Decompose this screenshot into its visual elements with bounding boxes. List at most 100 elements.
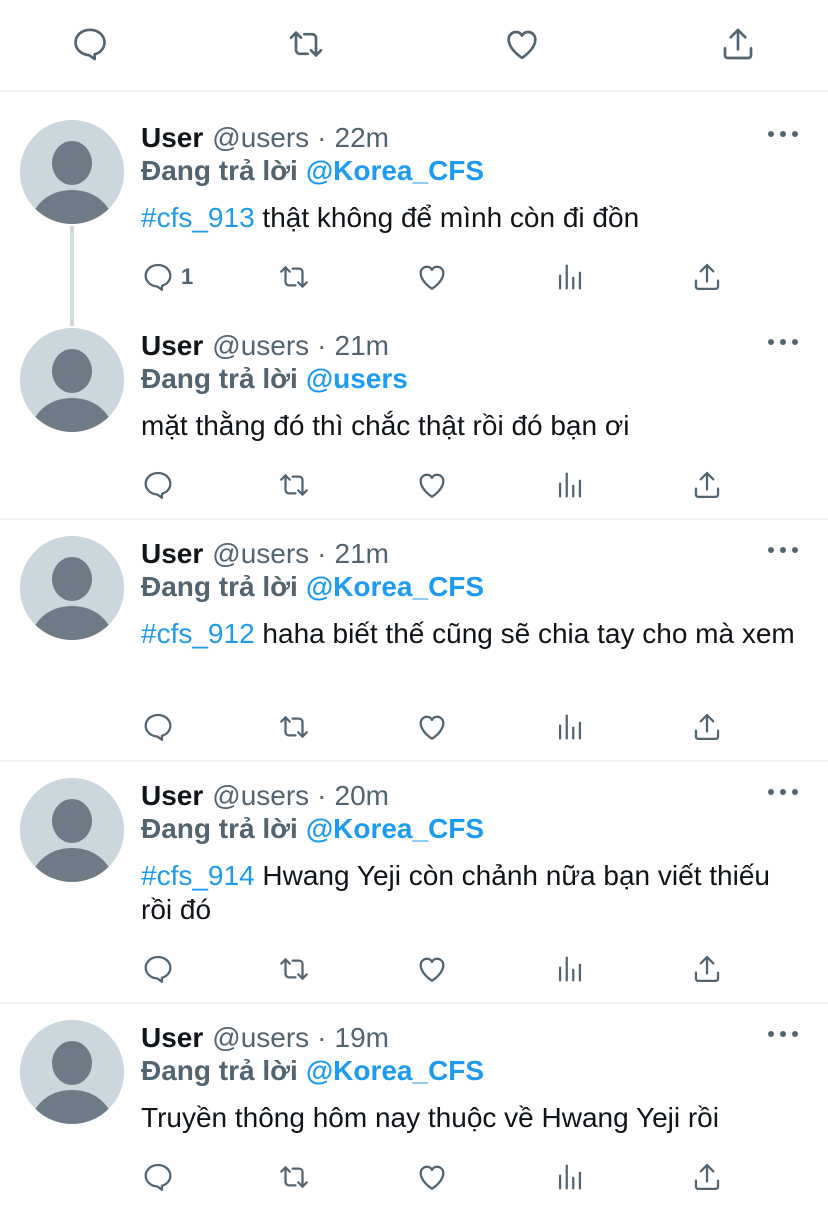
reply-button[interactable]: 1 — [141, 257, 193, 297]
tweet-header: User @users · 21m — [141, 330, 389, 366]
parent-share-button[interactable] — [716, 22, 760, 66]
avatar[interactable] — [20, 120, 124, 224]
share-button[interactable] — [690, 1157, 724, 1197]
avatar[interactable] — [20, 1020, 124, 1124]
reply-button[interactable] — [141, 1157, 175, 1197]
default-avatar-icon — [20, 778, 124, 882]
retweet-icon — [286, 24, 326, 64]
analytics-icon — [553, 710, 587, 744]
avatar[interactable] — [20, 778, 124, 882]
like-button[interactable] — [415, 465, 449, 505]
separator-dot: · — [317, 330, 327, 361]
retweet-button[interactable] — [277, 1157, 311, 1197]
display-name[interactable]: User — [141, 1022, 203, 1054]
tweet-header: User @users · 21m — [141, 538, 389, 574]
hashtag-link[interactable]: #cfs_913 — [141, 202, 255, 233]
timestamp[interactable]: 22m — [335, 122, 389, 154]
more-options-button[interactable] — [768, 1028, 798, 1040]
share-button[interactable] — [690, 949, 724, 989]
tweet-text: Truyền thông hôm nay thuộc về Hwang Yeji… — [141, 1102, 719, 1133]
more-options-button[interactable] — [768, 336, 798, 348]
replying-to: Đang trả lời @Korea_CFS — [141, 155, 485, 186]
reply-button[interactable] — [141, 707, 175, 747]
mention-link[interactable]: @Korea_CFS — [306, 155, 484, 186]
analytics-icon — [553, 952, 587, 986]
share-button[interactable] — [690, 465, 724, 505]
tweet-5[interactable]: User @users · 19m Đang trả lời @Korea_CFS… — [0, 1020, 828, 1209]
display-name[interactable]: User — [141, 122, 203, 154]
share-button[interactable] — [690, 257, 724, 297]
analytics-button[interactable] — [553, 949, 587, 989]
retweet-button[interactable] — [277, 257, 311, 297]
retweet-button[interactable] — [277, 949, 311, 989]
share-icon — [690, 260, 724, 294]
display-name[interactable]: User — [141, 780, 203, 812]
like-button[interactable] — [415, 257, 449, 297]
parent-reply-button[interactable] — [68, 22, 112, 66]
avatar[interactable] — [20, 536, 124, 640]
tweet-2[interactable]: User @users · 21m Đang trả lời @users mặt… — [0, 328, 828, 520]
analytics-button[interactable] — [553, 1157, 587, 1197]
like-button[interactable] — [415, 1157, 449, 1197]
tweet-3[interactable]: User @users · 21m Đang trả lời @Korea_CFS… — [0, 536, 828, 762]
parent-retweet-button[interactable] — [284, 22, 328, 66]
timestamp[interactable]: 21m — [335, 538, 389, 570]
tweet-1[interactable]: User @users · 22m Đang trả lời @Korea_CFS… — [0, 120, 828, 310]
separator-dot: · — [317, 780, 327, 811]
user-handle[interactable]: @users — [212, 1022, 309, 1054]
timestamp[interactable]: 19m — [335, 1022, 389, 1054]
tweet-text: #cfs_913 thật không để mình còn đi đồn — [141, 202, 640, 233]
analytics-icon — [553, 260, 587, 294]
reply-button[interactable] — [141, 465, 175, 505]
more-options-button[interactable] — [768, 128, 798, 140]
tweet-text: #cfs_914 Hwang Yeji còn chảnh nữa bạn vi… — [141, 860, 770, 925]
display-name[interactable]: User — [141, 330, 203, 362]
more-options-button[interactable] — [768, 544, 798, 556]
reply-icon — [141, 260, 175, 294]
reply-count: 1 — [181, 264, 194, 289]
analytics-button[interactable] — [553, 257, 587, 297]
hashtag-link[interactable]: #cfs_914 — [141, 860, 255, 891]
replying-to: Đang trả lời @Korea_CFS — [141, 1055, 485, 1086]
avatar[interactable] — [20, 328, 124, 432]
more-options-button[interactable] — [768, 786, 798, 798]
default-avatar-icon — [20, 120, 124, 224]
mention-link[interactable]: @Korea_CFS — [306, 571, 484, 602]
reply-icon — [141, 710, 175, 744]
like-icon — [415, 260, 449, 294]
tweet-actions — [141, 949, 741, 989]
default-avatar-icon — [20, 536, 124, 640]
user-handle[interactable]: @users — [212, 780, 309, 812]
mention-link[interactable]: @users — [306, 363, 408, 394]
reply-icon — [141, 1160, 175, 1194]
parent-tweet-actions — [0, 0, 828, 92]
retweet-button[interactable] — [277, 465, 311, 505]
analytics-icon — [553, 1160, 587, 1194]
mention-link[interactable]: @Korea_CFS — [306, 813, 484, 844]
like-icon — [415, 468, 449, 502]
tweet-actions — [141, 1157, 741, 1197]
tweet-4[interactable]: User @users · 20m Đang trả lời @Korea_CFS… — [0, 778, 828, 1004]
hashtag-link[interactable]: #cfs_912 — [141, 618, 255, 649]
retweet-button[interactable] — [277, 707, 311, 747]
user-handle[interactable]: @users — [212, 330, 309, 362]
like-button[interactable] — [415, 707, 449, 747]
analytics-button[interactable] — [553, 465, 587, 505]
retweet-icon — [277, 260, 311, 294]
reply-button[interactable] — [141, 949, 175, 989]
more-icon — [768, 1031, 774, 1037]
mention-link[interactable]: @Korea_CFS — [306, 1055, 484, 1086]
display-name[interactable]: User — [141, 538, 203, 570]
share-button[interactable] — [690, 707, 724, 747]
timestamp[interactable]: 21m — [335, 330, 389, 362]
timestamp[interactable]: 20m — [335, 780, 389, 812]
more-icon — [768, 789, 774, 795]
parent-like-button[interactable] — [500, 22, 544, 66]
analytics-button[interactable] — [553, 707, 587, 747]
reply-icon — [70, 24, 110, 64]
separator-dot: · — [317, 1022, 327, 1053]
user-handle[interactable]: @users — [212, 538, 309, 570]
share-icon — [690, 468, 724, 502]
user-handle[interactable]: @users — [212, 122, 309, 154]
like-button[interactable] — [415, 949, 449, 989]
